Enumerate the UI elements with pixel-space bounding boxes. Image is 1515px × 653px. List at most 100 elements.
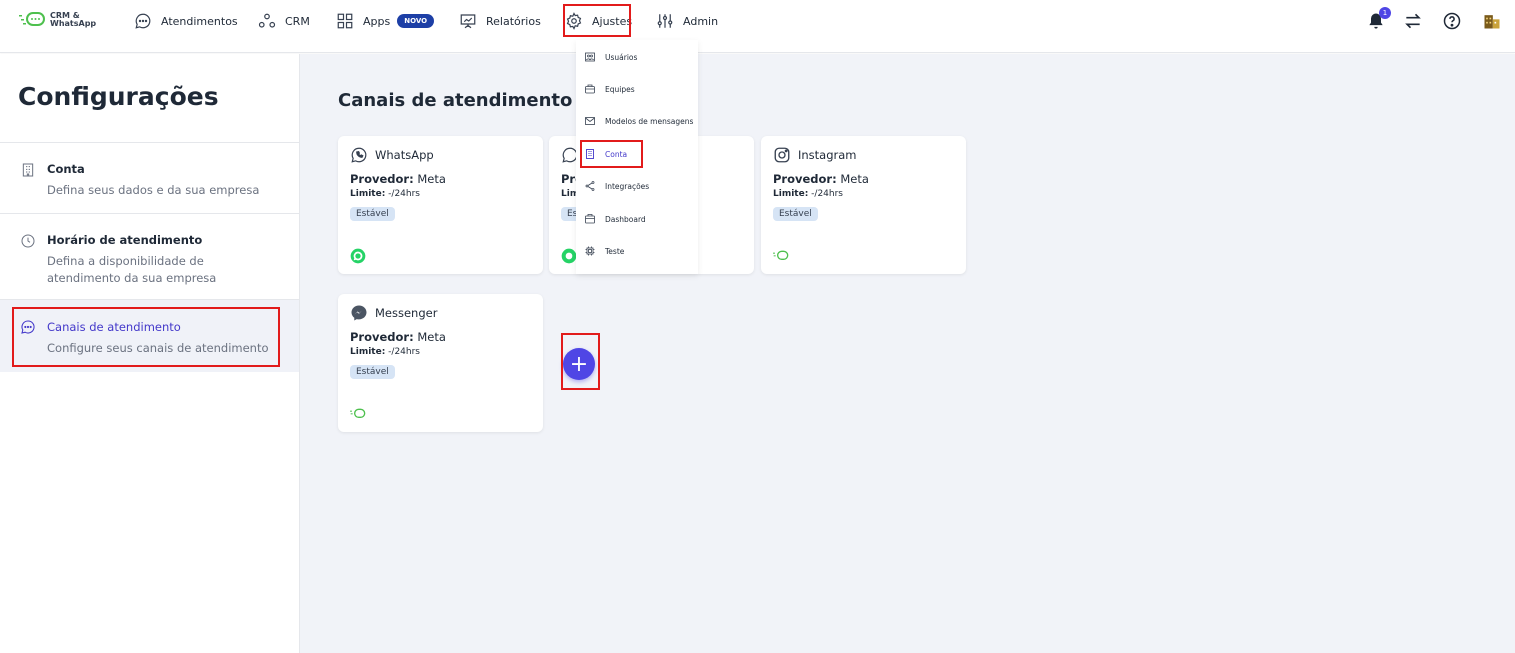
main-content: Canais de atendimento WhatsApp Provedor:… [300,54,1515,653]
divider [0,213,299,214]
users-icon [585,52,595,62]
provider-label: Provedor: [350,330,414,344]
nav-crm-label: CRM [285,14,310,28]
page-title: Configurações [18,82,219,111]
nav-relatorios-label: Relatórios [486,14,541,28]
provider-value: Meta [417,330,446,344]
highlight-ajustes [563,4,631,37]
limit-label: Limite: [350,347,386,357]
divider [0,142,299,143]
chat-bubbles-logo-icon [19,12,45,26]
card-provider: Provedor: Meta [350,172,446,186]
sidebar-item-conta[interactable]: Conta Defina seus dados e da sua empresa [0,162,299,212]
chat-icon [135,13,151,29]
whatsapp-icon [351,147,367,163]
menu-item-integracoes[interactable]: Integrações [576,176,698,196]
card-title: Instagram [798,148,857,162]
notification-count-badge: 1 [1379,7,1391,19]
menu-item-label: Usuários [605,52,638,62]
card-title: Messenger [375,306,438,320]
sidebar-item-title: Conta [47,162,85,176]
card-provider: Provedor: Meta [773,172,869,186]
menu-item-label: Modelos de mensagens [605,116,694,126]
notifications-button[interactable]: 1 [1365,7,1391,32]
sidebar-item-desc: Defina a disponibilidade de atendimento … [47,254,217,285]
sidebar-item-title: Horário de atendimento [47,233,203,247]
presentation-chart-icon [460,14,476,29]
new-badge: NOVO [397,14,435,28]
top-navbar: CRM & WhatsApp Atendimentos CRM Apps NOV… [0,0,1515,53]
limit-value: -/24hrs [811,189,843,199]
menu-item-dashboard[interactable]: Dashboard [576,209,698,229]
provider-value: Meta [840,172,869,186]
card-limit: Limite: -/24hrs [350,347,420,357]
logo-line2: WhatsApp [50,19,97,28]
building-avatar-icon [1484,15,1500,29]
dashboard-icon [585,214,595,224]
menu-item-equipes[interactable]: Equipes [576,79,698,99]
grid-icon [337,13,353,29]
messenger-icon [351,305,367,321]
card-limit: Limite: -/24hrs [350,189,420,199]
whatsapp-logo-icon [561,248,577,264]
highlight-conta-menu [580,140,643,168]
menu-item-label: Teste [605,246,625,256]
nav-atendimentos[interactable]: Atendimentos [134,0,238,42]
status-badge: Estável [773,207,818,221]
channel-card-instagram[interactable]: Instagram Provedor: Meta Limite: -/24hrs… [761,136,966,274]
menu-item-teste[interactable]: Teste [576,241,698,261]
card-limit: Limite: -/24hrs [773,189,843,199]
whatsapp-logo-icon [350,248,366,264]
nav-admin-label: Admin [683,14,719,28]
provider-label: Provedor: [773,172,837,186]
brand-logo-icon [773,250,789,260]
nav-atendimentos-label: Atendimentos [161,14,238,28]
card-provider: Provedor: Meta [350,330,446,344]
swap-arrows-icon [1405,13,1421,29]
sidebar-item-horario[interactable]: Horário de atendimento Defina a disponib… [0,233,299,293]
cpu-icon [585,246,595,256]
provider-value: Meta [417,172,446,186]
highlight-add-button [561,333,600,390]
nodes-icon [258,13,276,28]
nav-apps-label: Apps [363,14,391,28]
section-title: Canais de atendimento [338,90,573,111]
brand-logo-icon [350,408,366,418]
menu-item-modelos[interactable]: Modelos de mensagens [576,111,698,131]
limit-label: Limite: [773,189,809,199]
building-icon [22,163,34,177]
limit-label: Limite: [350,189,386,199]
nav-apps[interactable]: Apps NOVO [336,0,435,42]
menu-item-label: Integrações [605,181,650,191]
menu-item-usuarios[interactable]: Usuários [576,47,698,67]
settings-sidebar: Configurações Conta Defina seus dados e … [0,54,300,653]
status-badge: Estável [350,365,395,379]
switch-button[interactable] [1402,10,1424,32]
briefcase-icon [585,84,595,94]
card-header: Instagram [773,146,857,164]
card-header: Messenger [350,304,437,322]
channel-card-messenger[interactable]: Messenger Provedor: Meta Limite: -/24hrs… [338,294,543,432]
share-icon [585,181,595,191]
instagram-icon [774,147,790,163]
menu-item-label: Equipes [605,84,635,94]
sliders-icon [657,14,673,28]
status-badge: Estável [350,207,395,221]
highlight-canais [12,307,280,367]
nav-admin[interactable]: Admin [656,0,718,42]
channel-card-whatsapp[interactable]: WhatsApp Provedor: Meta Limite: -/24hrs … [338,136,543,274]
nav-crm[interactable]: CRM [258,0,310,42]
nav-relatorios[interactable]: Relatórios [459,0,541,42]
logo-text: CRM & WhatsApp [50,12,100,28]
menu-item-label: Dashboard [605,214,646,224]
help-circle-icon [1443,12,1461,30]
card-header: WhatsApp [350,146,434,164]
company-avatar[interactable] [1481,10,1503,32]
card-title: WhatsApp [375,148,434,162]
clock-icon [21,234,35,248]
sidebar-item-desc: Defina seus dados e da sua empresa [47,183,260,197]
help-button[interactable] [1441,10,1463,32]
logo[interactable]: CRM & WhatsApp [18,11,100,29]
limit-value: -/24hrs [388,189,420,199]
provider-label: Provedor: [350,172,414,186]
